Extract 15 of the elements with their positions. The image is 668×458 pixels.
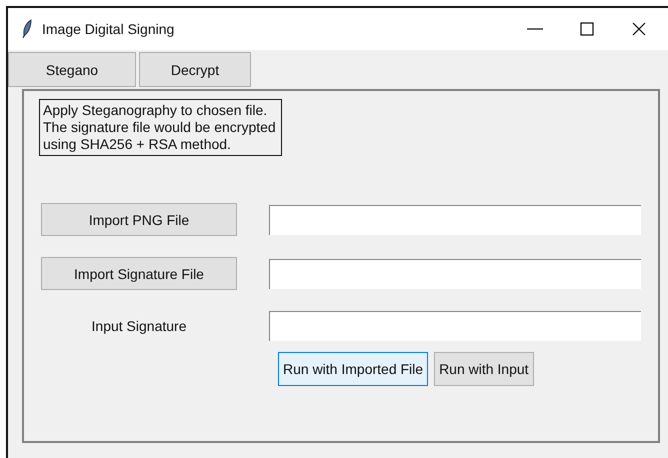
import-button[interactable]: Import PNG File (41, 203, 237, 236)
feather-icon (22, 19, 32, 39)
description-text: Apply Steganography to chosen file. The signature file would be encrypted using SHA256 + RSA method. (39, 99, 282, 156)
run-button[interactable]: Run with Imported File (278, 352, 428, 386)
input-field[interactable] (269, 311, 641, 341)
import-button[interactable]: Import Signature File (41, 257, 237, 290)
field-label: Input Signature (92, 317, 186, 336)
maximize-icon[interactable] (578, 20, 596, 38)
tab[interactable]: Stegano (8, 52, 136, 87)
input-field[interactable] (269, 258, 641, 288)
input-field[interactable] (269, 204, 641, 234)
tab[interactable]: Decrypt (139, 52, 251, 87)
window-title: Image Digital Signing (42, 21, 174, 37)
run-button[interactable]: Run with Input (434, 352, 534, 386)
close-icon[interactable] (630, 20, 648, 38)
